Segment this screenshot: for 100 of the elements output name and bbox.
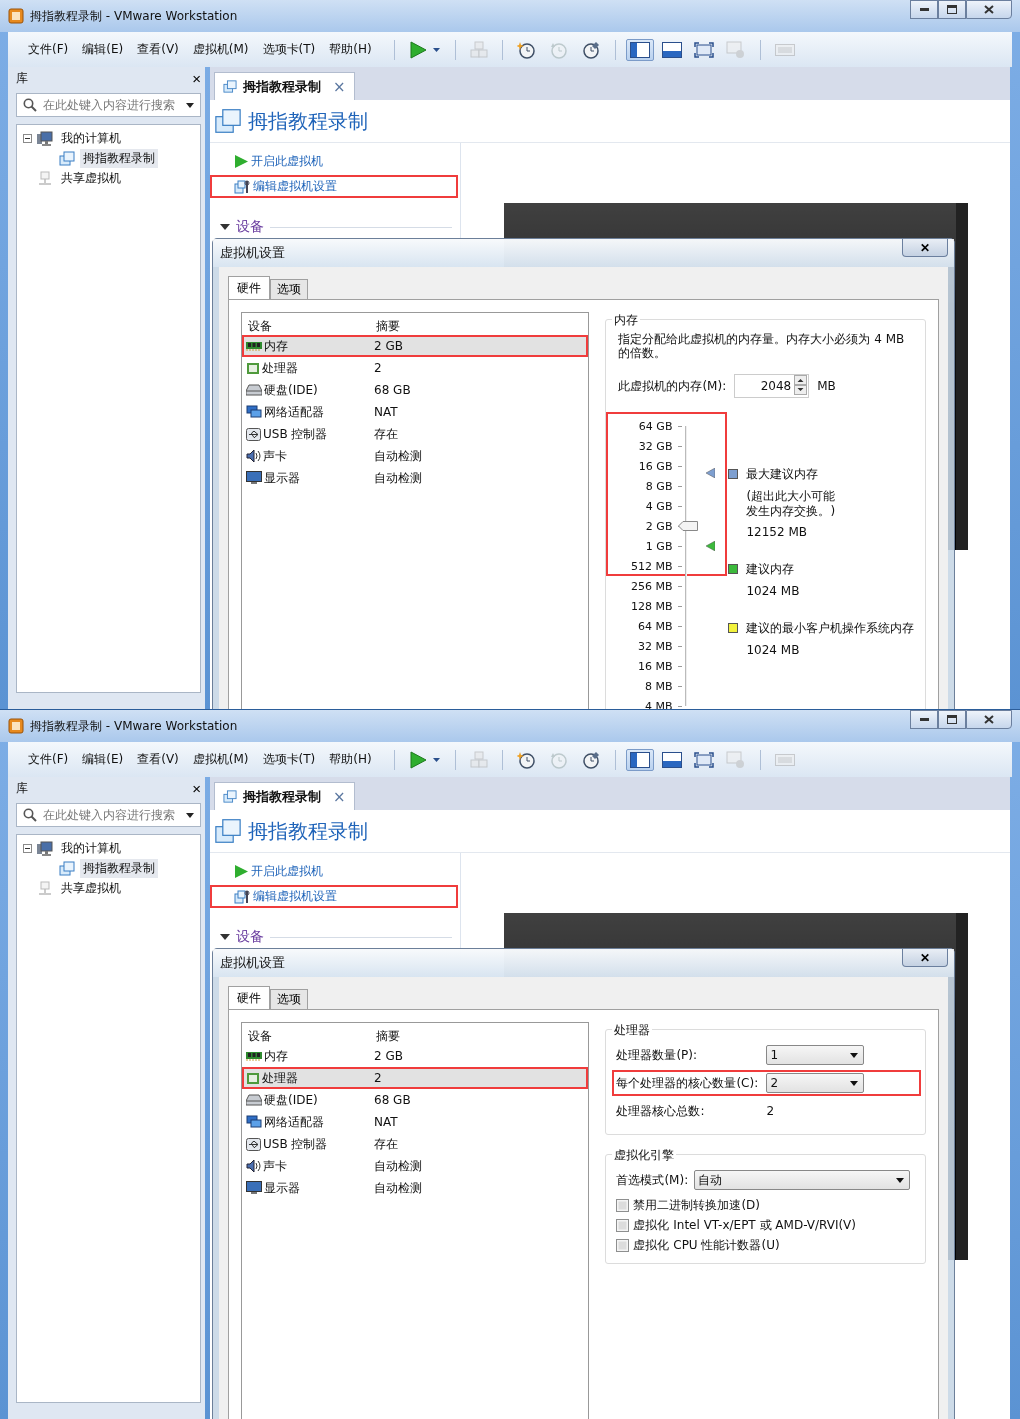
- tree-item[interactable]: 共享虚拟机: [58, 878, 124, 898]
- maximize-button[interactable]: [938, 710, 966, 729]
- scale-label: 128 MB: [630, 599, 673, 613]
- slider-thumb[interactable]: [678, 520, 699, 531]
- menu-item[interactable]: 查看(V): [137, 751, 179, 768]
- checkbox-label: 虚拟化 CPU 性能计数器(U): [633, 1236, 780, 1254]
- device-name: 网络适配器: [264, 1113, 324, 1131]
- dialog-title: 虚拟机设置: [220, 244, 285, 262]
- close-button[interactable]: ×: [192, 70, 201, 86]
- field-label: 每个处理器的核心数量(C):: [616, 1074, 760, 1092]
- menu-item[interactable]: 帮助(H): [329, 41, 372, 58]
- tree-item[interactable]: 拇指教程录制: [80, 148, 158, 168]
- device-summary: 自动检测: [374, 447, 422, 465]
- device-name: 处理器: [262, 359, 298, 377]
- device-summary: NAT: [374, 1115, 398, 1129]
- device-name: 硬盘(IDE): [264, 1091, 318, 1109]
- minimize-button[interactable]: [910, 710, 938, 729]
- menu-item[interactable]: 虚拟机(M): [192, 41, 249, 58]
- edit-settings-link[interactable]: 编辑虚拟机设置: [210, 175, 458, 198]
- checkbox[interactable]: [616, 1218, 630, 1232]
- computer-icon: [37, 130, 53, 146]
- column-header[interactable]: 设备: [248, 317, 376, 335]
- device-name: 内存: [264, 1047, 288, 1065]
- left-pane-icon[interactable]: [625, 38, 654, 61]
- tab[interactable]: 硬件: [228, 276, 270, 299]
- tree-item[interactable]: 拇指教程录制: [80, 858, 158, 878]
- tree-item[interactable]: 我的计算机: [58, 128, 124, 148]
- device-summary: 存在: [374, 425, 398, 443]
- scale-label: 2 GB: [645, 519, 673, 533]
- dropdown[interactable]: 自动: [694, 1170, 911, 1190]
- left-pane-icon[interactable]: [625, 748, 654, 771]
- column-header[interactable]: 摘要: [376, 1027, 400, 1045]
- tree-item[interactable]: 我的计算机: [58, 838, 124, 858]
- checkbox[interactable]: [616, 1198, 630, 1212]
- device-row[interactable]: 网络适配器 NAT: [242, 401, 589, 423]
- device-row[interactable]: 硬盘(IDE) 68 GB: [242, 379, 589, 401]
- device-row[interactable]: 处理器 2: [242, 1067, 589, 1089]
- search-icon: [23, 808, 37, 822]
- vm-tab[interactable]: 拇指教程录制 ×: [214, 72, 355, 100]
- device-row[interactable]: USB 控制器 存在: [242, 1133, 589, 1155]
- monitor-icon: [246, 1181, 262, 1195]
- edit-settings-link[interactable]: 编辑虚拟机设置: [210, 885, 458, 908]
- device-name: 显示器: [264, 1179, 300, 1197]
- column-header[interactable]: 摘要: [376, 317, 400, 335]
- memory-field[interactable]: 2048: [734, 374, 810, 398]
- device-summary: 自动检测: [374, 1157, 422, 1175]
- tab[interactable]: 选项: [270, 279, 308, 299]
- menu-item[interactable]: 查看(V): [137, 41, 179, 58]
- device-row[interactable]: 硬盘(IDE) 68 GB: [242, 1089, 589, 1111]
- menu-item[interactable]: 选项卡(T): [262, 751, 316, 768]
- maximize-button[interactable]: [938, 0, 966, 19]
- close-button[interactable]: ✕: [902, 239, 948, 257]
- chip-icon: [246, 1071, 260, 1085]
- collapse-toggle[interactable]: [23, 843, 32, 853]
- device-row[interactable]: 声卡 自动检测: [242, 1155, 589, 1177]
- collapse-arrow-icon[interactable]: [220, 224, 230, 230]
- search-field[interactable]: 在此处键入内容进行搜索: [16, 93, 201, 117]
- power-on-link[interactable]: 开启此虚拟机: [210, 860, 458, 883]
- close-button[interactable]: ×: [192, 780, 201, 796]
- tree-item[interactable]: 共享虚拟机: [58, 168, 124, 188]
- minimize-icon: [919, 717, 929, 722]
- device-row[interactable]: 处理器 2: [242, 357, 589, 379]
- search-field[interactable]: 在此处键入内容进行搜索: [16, 803, 201, 827]
- device-row[interactable]: USB 控制器 存在: [242, 423, 589, 445]
- dropdown[interactable]: 1: [766, 1045, 865, 1065]
- tab[interactable]: 选项: [270, 989, 308, 1009]
- menu-item[interactable]: 文件(F): [28, 41, 69, 58]
- menu-item[interactable]: 选项卡(T): [262, 41, 316, 58]
- vm-tab[interactable]: 拇指教程录制 ×: [214, 782, 355, 810]
- device-summary: 2 GB: [374, 339, 403, 353]
- device-row[interactable]: 内存 2 GB: [242, 1045, 589, 1067]
- close-button[interactable]: [966, 0, 1012, 19]
- tab[interactable]: 硬件: [228, 986, 270, 1009]
- menu-item[interactable]: 编辑(E): [82, 751, 124, 768]
- device-row[interactable]: 内存 2 GB: [242, 335, 589, 357]
- group-title: 虚拟化引擎: [612, 1147, 677, 1164]
- device-row[interactable]: 声卡 自动检测: [242, 445, 589, 467]
- legend-note: 发生内存交换。): [746, 504, 836, 519]
- menu-item[interactable]: 编辑(E): [82, 41, 124, 58]
- device-summary: 自动检测: [374, 469, 422, 487]
- checkbox[interactable]: [616, 1238, 630, 1252]
- close-button[interactable]: ✕: [902, 949, 948, 967]
- dropdown[interactable]: 2: [766, 1073, 865, 1093]
- scale-label: 512 MB: [630, 559, 673, 573]
- menu-item[interactable]: 帮助(H): [329, 751, 372, 768]
- usb-icon: [246, 427, 261, 441]
- power-on-link[interactable]: 开启此虚拟机: [210, 150, 458, 173]
- collapse-arrow-icon[interactable]: [220, 934, 230, 940]
- menu-item[interactable]: 文件(F): [28, 751, 69, 768]
- speaker-icon: [246, 1159, 261, 1173]
- vm-title: 拇指教程录制: [248, 107, 368, 135]
- device-name: 显示器: [264, 469, 300, 487]
- close-button[interactable]: [966, 710, 1012, 729]
- minimize-button[interactable]: [910, 0, 938, 19]
- device-row[interactable]: 显示器 自动检测: [242, 467, 589, 489]
- collapse-toggle[interactable]: [23, 133, 32, 143]
- column-header[interactable]: 设备: [248, 1027, 376, 1045]
- menu-item[interactable]: 虚拟机(M): [192, 751, 249, 768]
- device-row[interactable]: 显示器 自动检测: [242, 1177, 589, 1199]
- device-row[interactable]: 网络适配器 NAT: [242, 1111, 589, 1133]
